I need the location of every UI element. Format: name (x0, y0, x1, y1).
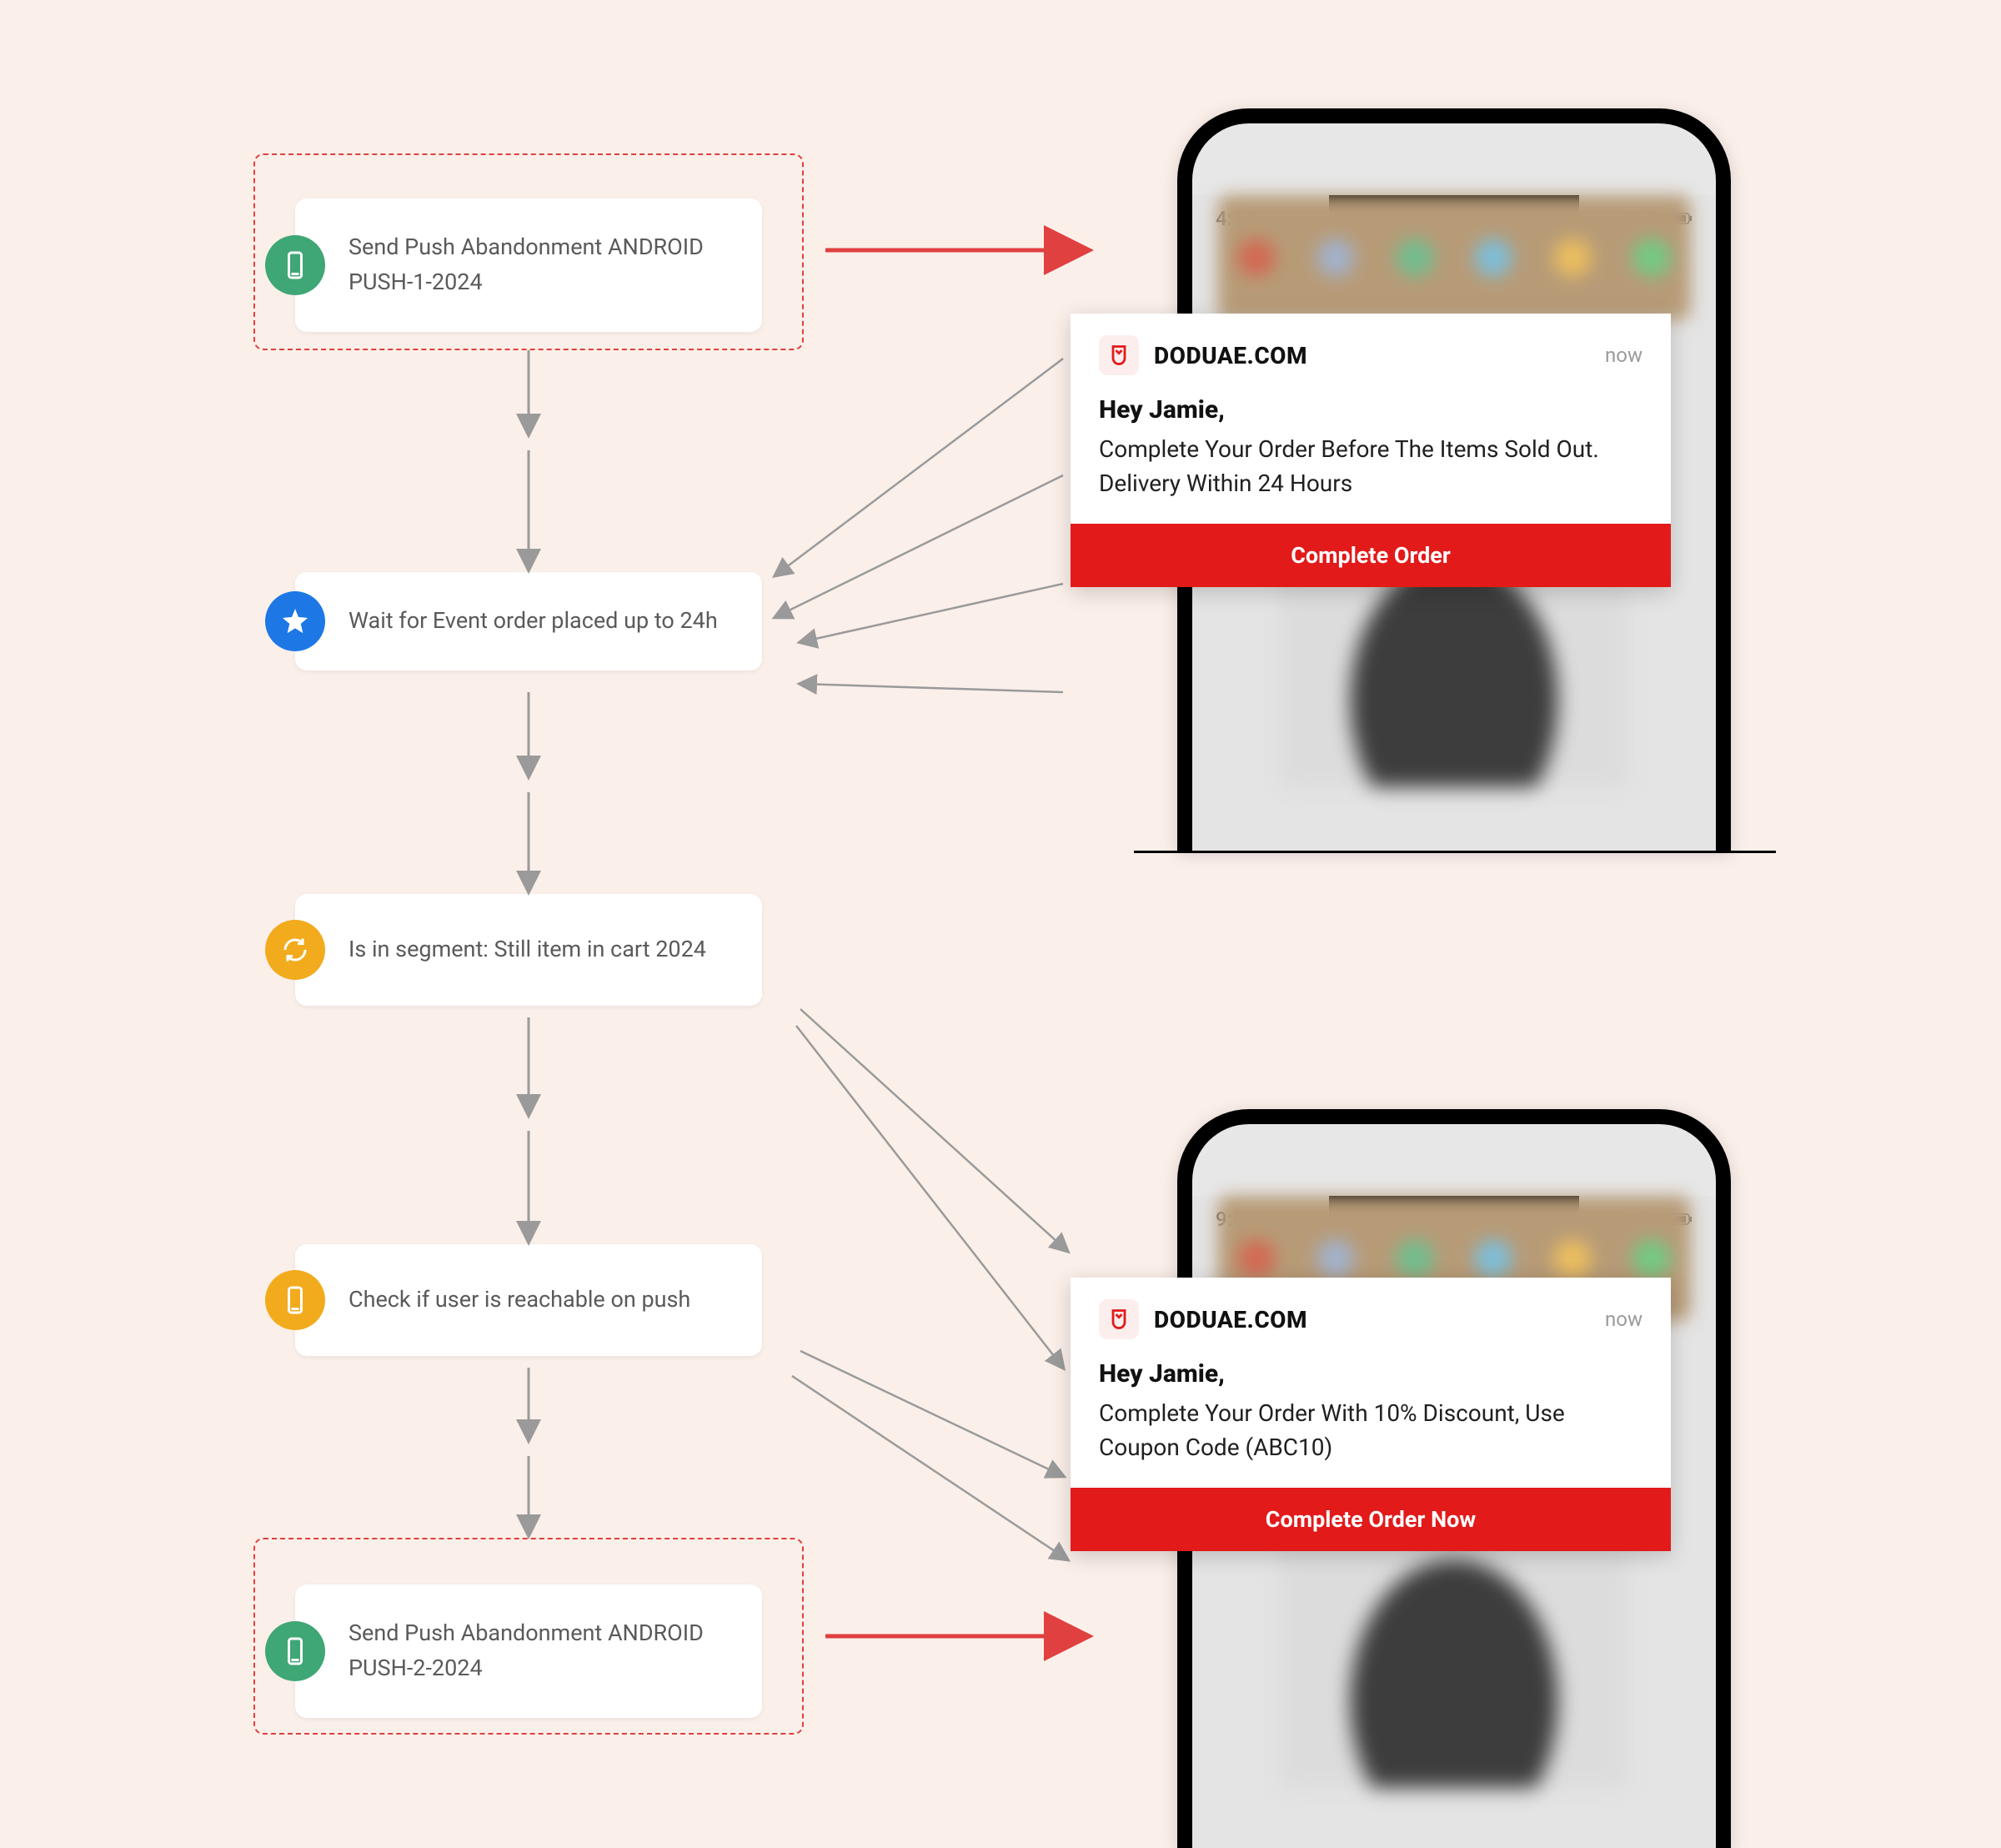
push-app-name: DODUAE.COM (1154, 342, 1307, 369)
push-app-name: DODUAE.COM (1154, 1306, 1307, 1333)
phone-blur-hero (1217, 195, 1691, 320)
phone-icon (265, 1270, 325, 1330)
push-timestamp: now (1605, 1308, 1642, 1331)
star-icon (265, 591, 325, 651)
flow-node-label: Send Push Abandonment ANDROID PUSH-2-202… (349, 1616, 732, 1686)
flow-node-send-push-1[interactable]: Send Push Abandonment ANDROID PUSH-1-202… (295, 198, 762, 332)
push-cta-button[interactable]: Complete Order Now (1071, 1488, 1671, 1551)
flow-node-send-push-2[interactable]: Send Push Abandonment ANDROID PUSH-2-202… (295, 1584, 762, 1718)
refresh-icon (265, 920, 325, 980)
flow-node-wait-event[interactable]: Wait for Event order placed up to 24h (295, 572, 762, 670)
push-timestamp: now (1605, 344, 1642, 367)
flow-node-label: Send Push Abandonment ANDROID PUSH-1-202… (349, 230, 732, 300)
flow-node-segment-check[interactable]: Is in segment: Still item in cart 2024 (295, 894, 762, 1006)
push-title: Hey Jamie, (1099, 1359, 1642, 1389)
app-logo-icon (1099, 1299, 1139, 1339)
push-message: Complete Your Order With 10% Discount, U… (1099, 1397, 1642, 1464)
flow-node-label: Is in segment: Still item in cart 2024 (349, 932, 732, 967)
phone-ground-line (1134, 851, 1776, 853)
push-message: Complete Your Order Before The Items Sol… (1099, 433, 1642, 500)
phone-icon (265, 1621, 325, 1681)
flow-node-label: Wait for Event order placed up to 24h (349, 604, 732, 639)
diagram-canvas: Send Push Abandonment ANDROID PUSH-1-202… (0, 0, 2001, 1848)
flow-node-reachable-check[interactable]: Check if user is reachable on push (295, 1244, 762, 1356)
app-logo-icon (1099, 335, 1139, 375)
push-title: Hey Jamie, (1099, 395, 1642, 424)
phone-icon (265, 235, 325, 295)
push-notification-2[interactable]: DODUAE.COM now Hey Jamie, Complete Your … (1071, 1278, 1671, 1551)
push-notification-1[interactable]: DODUAE.COM now Hey Jamie, Complete Your … (1071, 314, 1671, 587)
push-cta-button[interactable]: Complete Order (1071, 524, 1671, 587)
flow-node-label: Check if user is reachable on push (349, 1283, 732, 1318)
